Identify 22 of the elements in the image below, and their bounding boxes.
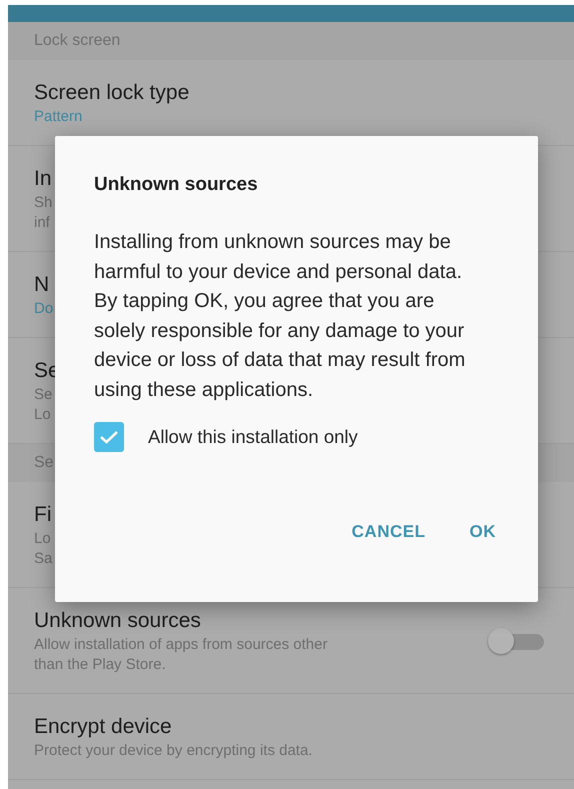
checkmark-icon [99, 429, 119, 445]
checkbox[interactable] [94, 422, 124, 452]
dialog-message: Installing from unknown sources may be harmful to your device and personal data. By tapping OK, you agree that you are solely responsible for any damage to your device or loss of data that may result from using these applications. [94, 230, 466, 402]
setting-summary: Protect your device by encrypting its data. [34, 740, 312, 760]
setting-title[interactable]: N [34, 270, 50, 298]
setting-summary: Do [34, 298, 54, 318]
setting-summary: Pattern [34, 106, 82, 126]
setting-summary: inf [34, 212, 50, 232]
setting-summary: Sa [34, 548, 52, 568]
dialog-title: Unknown sources [94, 174, 259, 196]
setting-title[interactable]: Unknown sources [34, 606, 201, 634]
setting-title[interactable]: Fi [34, 500, 52, 528]
setting-summary: Allow installation of apps from sources other [34, 634, 328, 654]
setting-summary: Se [34, 384, 52, 404]
setting-summary: Lo [34, 404, 51, 424]
setting-title[interactable]: In [34, 164, 52, 192]
setting-title[interactable]: Screen lock type [34, 78, 190, 106]
setting-summary: than the Play Store. [34, 654, 166, 674]
setting-title[interactable]: Encrypt device [34, 712, 172, 740]
checkbox-label: Allow this installation only [148, 426, 358, 448]
setting-summary: Sh [34, 192, 52, 212]
setting-summary: Lo [34, 528, 51, 548]
